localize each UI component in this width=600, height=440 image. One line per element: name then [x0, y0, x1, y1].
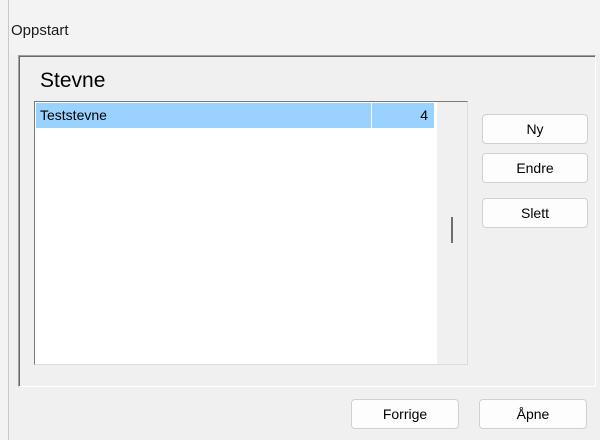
delete-button[interactable]: Slett: [482, 198, 588, 228]
edit-button[interactable]: Endre: [482, 153, 588, 183]
list-item-name: Teststevne: [40, 107, 107, 123]
new-button[interactable]: Ny: [482, 114, 588, 144]
vertical-scrollbar[interactable]: [437, 102, 467, 364]
previous-button[interactable]: Forrige: [351, 399, 459, 429]
scrollbar-thumb[interactable]: [451, 217, 453, 243]
section-title: Stevne: [40, 69, 106, 92]
list-item-count: 4: [420, 107, 428, 123]
dialog-window: Oppstart Stevne Teststevne 4 Ny Endre Sl…: [8, 0, 600, 440]
title-bar: Oppstart: [9, 0, 600, 55]
list-item[interactable]: Teststevne 4: [36, 103, 434, 128]
column-divider: [371, 103, 372, 128]
stevne-listbox[interactable]: Teststevne 4: [34, 101, 468, 365]
open-button[interactable]: Åpne: [479, 399, 587, 429]
stevne-panel: Stevne Teststevne 4 Ny Endre Slett: [18, 55, 596, 387]
window-title: Oppstart: [11, 22, 69, 39]
